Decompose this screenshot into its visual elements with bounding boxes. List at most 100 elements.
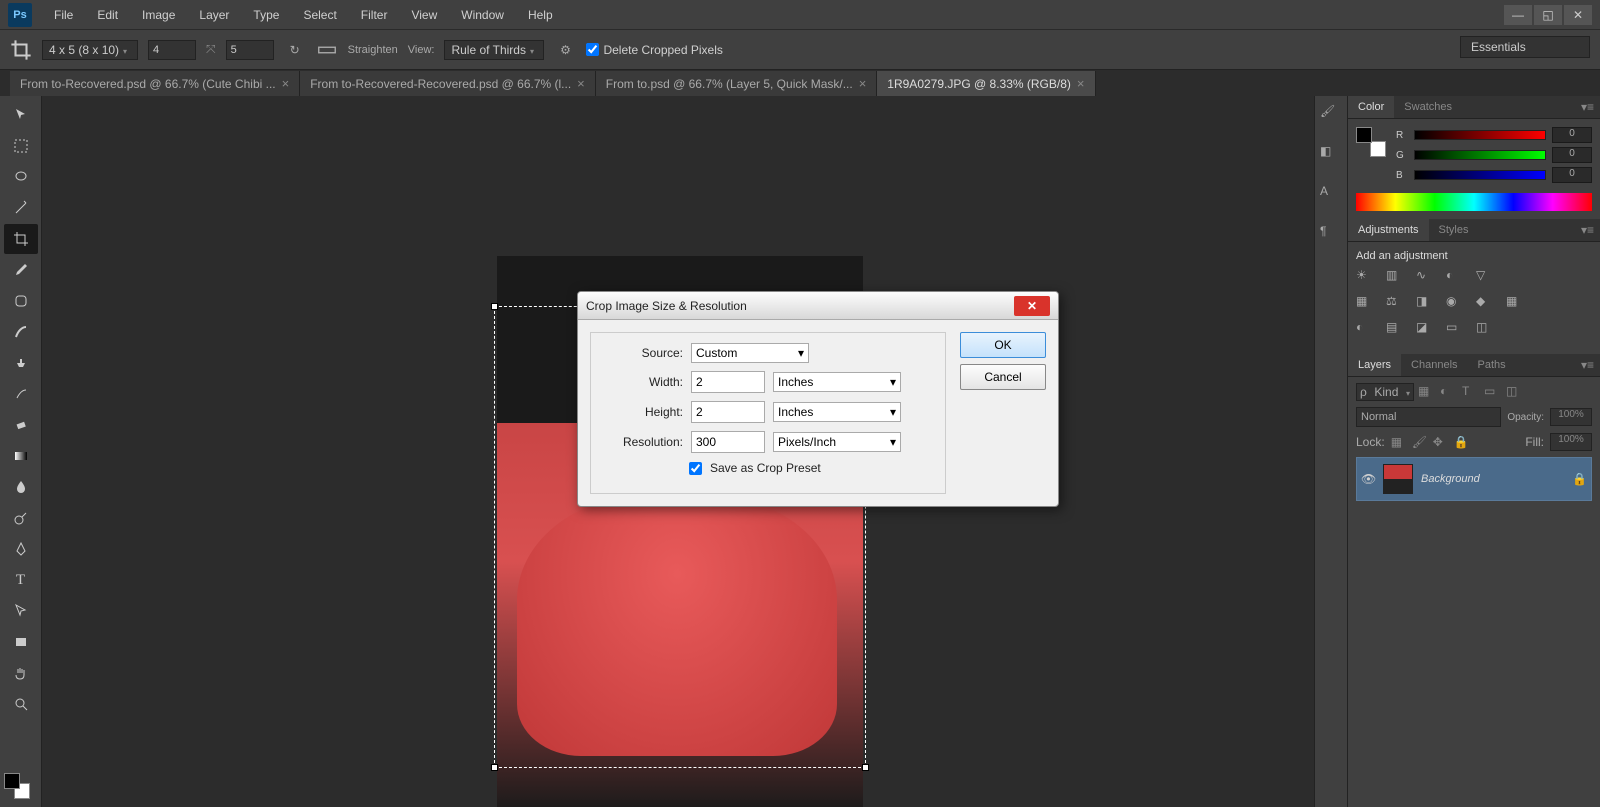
menu-window[interactable]: Window xyxy=(449,2,516,28)
selective-color-icon[interactable]: ◫ xyxy=(1476,320,1498,340)
curves-icon[interactable]: ∿ xyxy=(1416,268,1438,288)
dodge-tool[interactable] xyxy=(4,503,38,533)
lock-transparency-icon[interactable]: ▦ xyxy=(1391,435,1406,450)
b-value[interactable]: 0 xyxy=(1552,167,1592,183)
lock-all-icon[interactable]: 🔒 xyxy=(1454,435,1469,450)
opacity-value[interactable]: 100% xyxy=(1550,408,1592,426)
fill-value[interactable]: 100% xyxy=(1550,433,1592,451)
character-panel-icon[interactable]: A xyxy=(1320,184,1342,206)
crop-preset-select[interactable]: 4 x 5 (8 x 10) xyxy=(42,40,138,60)
filter-type-icon[interactable]: T xyxy=(1462,384,1480,400)
color-balance-icon[interactable]: ⚖ xyxy=(1386,294,1408,314)
tab-close-icon[interactable]: × xyxy=(859,76,867,91)
rectangle-tool[interactable] xyxy=(4,627,38,657)
properties-panel-icon[interactable]: ◧ xyxy=(1320,144,1342,166)
blue-slider[interactable] xyxy=(1414,170,1546,180)
lasso-tool[interactable] xyxy=(4,162,38,192)
crop-tool[interactable] xyxy=(4,224,38,254)
history-panel-icon[interactable]: 🖌 xyxy=(1320,104,1342,126)
lock-position-icon[interactable]: ✥ xyxy=(1433,435,1448,450)
history-brush-tool[interactable] xyxy=(4,379,38,409)
save-preset-checkbox[interactable] xyxy=(689,462,702,475)
document-tab[interactable]: From to.psd @ 66.7% (Layer 5, Quick Mask… xyxy=(596,71,878,96)
width-input[interactable] xyxy=(691,371,765,393)
blend-mode-select[interactable]: Normal xyxy=(1356,407,1501,427)
height-input[interactable] xyxy=(691,401,765,423)
color-spectrum[interactable] xyxy=(1356,193,1592,211)
crop-height-input[interactable] xyxy=(226,40,274,60)
menu-edit[interactable]: Edit xyxy=(85,2,130,28)
channel-mixer-icon[interactable]: ◆ xyxy=(1476,294,1498,314)
photo-filter-icon[interactable]: ◉ xyxy=(1446,294,1468,314)
zoom-tool[interactable] xyxy=(4,689,38,719)
resolution-unit-select[interactable]: Pixels/Inch▾ xyxy=(773,432,901,452)
tab-channels[interactable]: Channels xyxy=(1401,354,1467,376)
refresh-icon[interactable]: ↻ xyxy=(284,39,306,61)
panel-menu-icon[interactable]: ▾≡ xyxy=(1575,96,1600,118)
hue-icon[interactable]: ▦ xyxy=(1356,294,1378,314)
menu-image[interactable]: Image xyxy=(130,2,187,28)
g-value[interactable]: 0 xyxy=(1552,147,1592,163)
settings-gear-icon[interactable]: ⚙ xyxy=(554,39,576,61)
brush-tool[interactable] xyxy=(4,317,38,347)
tab-swatches[interactable]: Swatches xyxy=(1394,96,1462,118)
filter-pixel-icon[interactable]: ▦ xyxy=(1418,384,1436,400)
straighten-button[interactable]: Straighten xyxy=(348,44,398,56)
path-selection-tool[interactable] xyxy=(4,596,38,626)
menu-type[interactable]: Type xyxy=(241,2,291,28)
tab-styles[interactable]: Styles xyxy=(1429,219,1479,241)
document-tab[interactable]: From to-Recovered-Recovered.psd @ 66.7% … xyxy=(300,71,596,96)
green-slider[interactable] xyxy=(1414,150,1546,160)
filter-smart-icon[interactable]: ◫ xyxy=(1506,384,1524,400)
marquee-tool[interactable] xyxy=(4,131,38,161)
lookup-icon[interactable]: ▦ xyxy=(1506,294,1528,314)
visibility-icon[interactable]: 👁 xyxy=(1361,472,1375,486)
hand-tool[interactable] xyxy=(4,658,38,688)
menu-file[interactable]: File xyxy=(42,2,85,28)
invert-icon[interactable]: ◐ xyxy=(1356,320,1378,340)
minimize-button[interactable]: — xyxy=(1504,5,1532,25)
close-icon[interactable]: ✕ xyxy=(1014,296,1050,316)
levels-icon[interactable]: ▥ xyxy=(1386,268,1408,288)
straighten-icon[interactable] xyxy=(316,39,338,61)
source-select[interactable]: Custom▾ xyxy=(691,343,809,363)
height-unit-select[interactable]: Inches▾ xyxy=(773,402,901,422)
tab-close-icon[interactable]: × xyxy=(577,76,585,91)
workspace-select[interactable]: Essentials xyxy=(1460,36,1590,58)
tab-paths[interactable]: Paths xyxy=(1468,354,1516,376)
posterize-icon[interactable]: ▤ xyxy=(1386,320,1408,340)
type-tool[interactable]: T xyxy=(4,565,38,595)
eyedropper-tool[interactable] xyxy=(4,255,38,285)
r-value[interactable]: 0 xyxy=(1552,127,1592,143)
ok-button[interactable]: OK xyxy=(960,332,1046,358)
red-slider[interactable] xyxy=(1414,130,1546,140)
healing-brush-tool[interactable] xyxy=(4,286,38,316)
lock-pixels-icon[interactable]: 🖌 xyxy=(1412,435,1427,450)
filter-kind-select[interactable]: ρKind xyxy=(1356,383,1414,401)
menu-view[interactable]: View xyxy=(399,2,449,28)
menu-help[interactable]: Help xyxy=(516,2,565,28)
foreground-background-colors[interactable] xyxy=(0,769,41,803)
paragraph-panel-icon[interactable]: ¶ xyxy=(1320,224,1342,246)
overlay-select[interactable]: Rule of Thirds xyxy=(444,40,544,60)
bw-icon[interactable]: ◨ xyxy=(1416,294,1438,314)
tab-adjustments[interactable]: Adjustments xyxy=(1348,219,1429,241)
close-window-button[interactable]: ✕ xyxy=(1564,5,1592,25)
width-unit-select[interactable]: Inches▾ xyxy=(773,372,901,392)
tab-layers[interactable]: Layers xyxy=(1348,354,1401,376)
filter-adjustment-icon[interactable]: ◐ xyxy=(1440,384,1458,400)
vibrance-icon[interactable]: ▽ xyxy=(1476,268,1498,288)
menu-layer[interactable]: Layer xyxy=(187,2,241,28)
tab-color[interactable]: Color xyxy=(1348,96,1394,118)
move-tool[interactable] xyxy=(4,100,38,130)
panel-menu-icon[interactable]: ▾≡ xyxy=(1575,354,1600,376)
menu-filter[interactable]: Filter xyxy=(349,2,400,28)
layer-row-background[interactable]: 👁 Background 🔒 xyxy=(1356,457,1592,501)
resolution-input[interactable] xyxy=(691,431,765,453)
delete-cropped-check[interactable] xyxy=(586,43,599,56)
gradient-map-icon[interactable]: ▭ xyxy=(1446,320,1468,340)
filter-shape-icon[interactable]: ▭ xyxy=(1484,384,1502,400)
panel-menu-icon[interactable]: ▾≡ xyxy=(1575,219,1600,241)
document-tab[interactable]: 1R9A0279.JPG @ 8.33% (RGB/8)× xyxy=(877,71,1095,96)
exposure-icon[interactable]: ◐ xyxy=(1446,268,1468,288)
